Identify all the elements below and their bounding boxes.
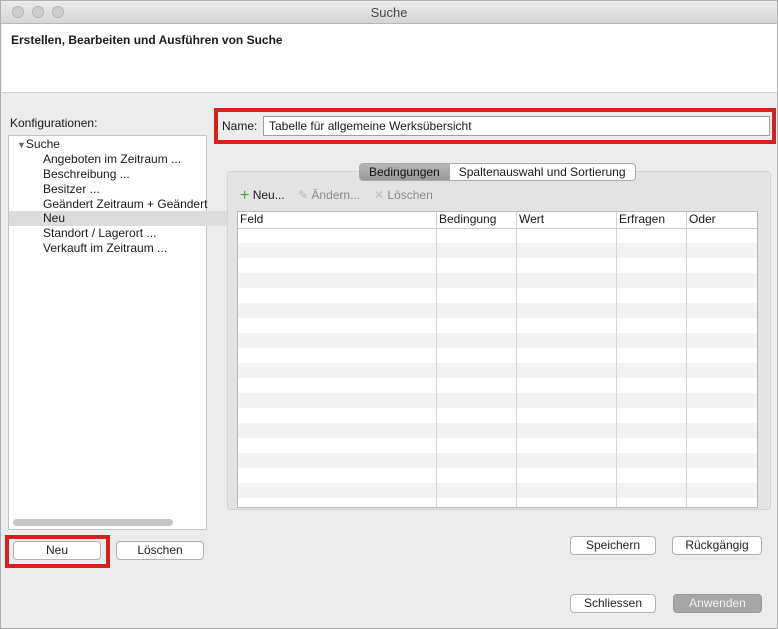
- configurations-tree[interactable]: ▼Suche Angeboten im Zeitraum ... Beschre…: [8, 135, 240, 530]
- column-header-or[interactable]: Oder: [687, 212, 757, 228]
- table-header: Feld Bedingung Wert Erfragen Oder: [238, 212, 757, 229]
- tree-item[interactable]: Standort / Lagerort ...: [9, 226, 240, 241]
- table-row[interactable]: [238, 453, 757, 468]
- header-title: Erstellen, Bearbeiten und Ausführen von …: [11, 33, 283, 47]
- column-divider: [686, 228, 687, 507]
- table-row[interactable]: [238, 423, 757, 438]
- tree-item[interactable]: Geändert Zeitraum + Geändert: [9, 197, 240, 212]
- dialog-header: Erstellen, Bearbeiten und Ausführen von …: [2, 24, 777, 93]
- horizontal-scrollbar[interactable]: [13, 519, 173, 526]
- delete-condition-button[interactable]: ✕ Löschen: [374, 188, 433, 202]
- column-header-field[interactable]: Feld: [238, 212, 437, 228]
- apply-button[interactable]: Anwenden: [673, 594, 762, 613]
- dialog-window: Suche Erstellen, Bearbeiten und Ausführe…: [0, 0, 778, 629]
- title-bar: Suche: [1, 1, 777, 24]
- table-row[interactable]: [238, 333, 757, 348]
- undo-button[interactable]: Rückgängig: [672, 536, 762, 555]
- name-input[interactable]: Tabelle für allgemeine Werksübersicht: [263, 116, 770, 136]
- tree-item[interactable]: Beschreibung ...: [9, 167, 240, 182]
- tree-item[interactable]: Besitzer ...: [9, 182, 240, 197]
- delete-configuration-button[interactable]: Löschen: [116, 541, 204, 560]
- column-header-value[interactable]: Wert: [517, 212, 617, 228]
- conditions-table[interactable]: Feld Bedingung Wert Erfragen Oder: [237, 211, 758, 508]
- edit-condition-button[interactable]: ✎ Ändern...: [298, 188, 360, 202]
- pencil-icon: ✎: [298, 188, 309, 202]
- new-configuration-button[interactable]: Neu: [13, 541, 101, 560]
- column-divider: [516, 228, 517, 507]
- save-button[interactable]: Speichern: [570, 536, 656, 555]
- tree-item[interactable]: Angeboten im Zeitraum ...: [9, 152, 240, 167]
- triangle-down-icon[interactable]: ▼: [17, 140, 26, 150]
- column-header-condition[interactable]: Bedingung: [437, 212, 517, 228]
- tree-root-item[interactable]: ▼Suche: [9, 137, 214, 152]
- window-title: Suche: [370, 5, 408, 20]
- name-label: Name:: [222, 119, 258, 133]
- tab-columns-sorting[interactable]: Spaltenauswahl und Sortierung: [449, 163, 636, 181]
- plus-icon: +: [240, 187, 250, 204]
- tree-item[interactable]: Verkauft im Zeitraum ...: [9, 241, 240, 256]
- table-row[interactable]: [238, 363, 757, 378]
- tab-bar: Bedingungen Spaltenauswahl und Sortierun…: [359, 163, 636, 181]
- configurations-label: Konfigurationen:: [10, 116, 98, 130]
- tab-conditions[interactable]: Bedingungen: [359, 163, 450, 181]
- column-divider: [616, 228, 617, 507]
- table-row[interactable]: [238, 273, 757, 288]
- table-row[interactable]: [238, 303, 757, 318]
- table-row[interactable]: [238, 243, 757, 258]
- column-divider: [436, 228, 437, 507]
- tree-item-selected[interactable]: Neu: [9, 211, 240, 226]
- table-row[interactable]: [238, 483, 757, 498]
- close-icon: ✕: [374, 188, 385, 202]
- new-condition-button[interactable]: + Neu...: [240, 187, 285, 204]
- column-header-prompt[interactable]: Erfragen: [617, 212, 687, 228]
- close-button[interactable]: Schliessen: [570, 594, 656, 613]
- table-row[interactable]: [238, 393, 757, 408]
